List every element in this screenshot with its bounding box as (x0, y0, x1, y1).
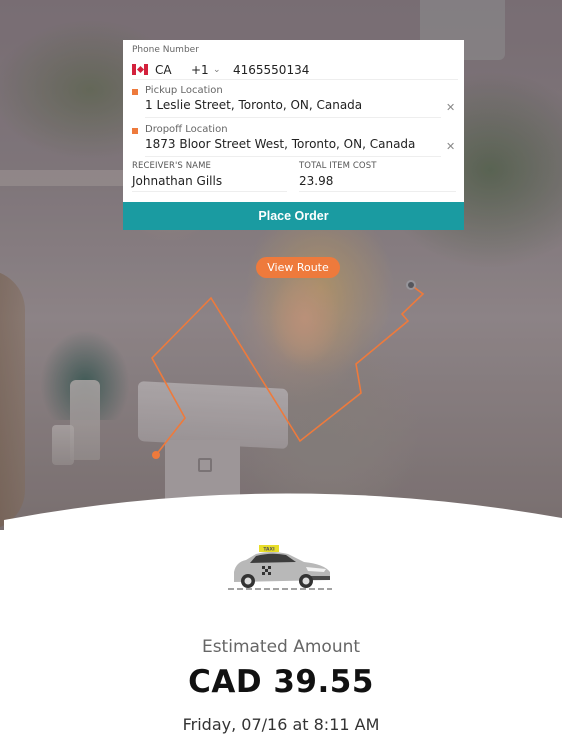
item-cost-input[interactable]: 23.98 (299, 174, 456, 192)
route-path (151, 284, 425, 456)
receiver-name-label: RECEIVER'S NAME (132, 161, 211, 171)
country-code[interactable]: CA (155, 63, 191, 77)
estimated-amount-value: CAD 39.55 (188, 664, 374, 700)
pickup-location-label: Pickup Location (145, 85, 223, 96)
route-end-marker-center (408, 282, 414, 288)
route-start-marker (152, 451, 160, 459)
place-order-button[interactable]: Place Order (123, 202, 464, 230)
pickup-location-input[interactable]: 1 Leslie Street, Toronto, ON, Canada (145, 98, 441, 118)
close-icon[interactable]: ✕ (446, 102, 455, 113)
dial-code[interactable]: +1 (191, 63, 213, 77)
receiver-name-input[interactable]: Johnathan Gills (132, 174, 287, 192)
item-cost-field[interactable]: TOTAL ITEM COST 23.98 (299, 161, 456, 192)
pickup-marker-icon (132, 89, 138, 95)
phone-number-input[interactable]: 4165550134 (233, 63, 309, 77)
dropoff-location-label: Dropoff Location (145, 124, 228, 135)
dropoff-marker-icon (132, 128, 138, 134)
chevron-down-icon[interactable]: ⌄ (213, 65, 233, 75)
phone-number-field[interactable]: CA +1 ⌄ 4165550134 (132, 60, 458, 80)
view-route-button[interactable]: View Route (256, 257, 340, 278)
phone-number-label: Phone Number (132, 45, 199, 55)
taxi-icon: TAXI (228, 545, 332, 590)
svg-text:TAXI: TAXI (263, 547, 275, 553)
dropoff-location-input[interactable]: 1873 Bloor Street West, Toronto, ON, Can… (145, 137, 441, 157)
canada-flag-icon[interactable] (132, 64, 148, 75)
estimated-amount-label: Estimated Amount (201, 637, 361, 657)
item-cost-label: TOTAL ITEM COST (299, 161, 377, 171)
close-icon[interactable]: ✕ (446, 141, 455, 152)
receiver-name-field[interactable]: RECEIVER'S NAME Johnathan Gills (132, 161, 287, 192)
order-form-card: Phone Number CA +1 ⌄ 4165550134 Pickup L… (123, 40, 464, 202)
estimate-sheet (4, 493, 562, 750)
estimated-time: Friday, 07/16 at 8:11 AM (182, 715, 380, 734)
